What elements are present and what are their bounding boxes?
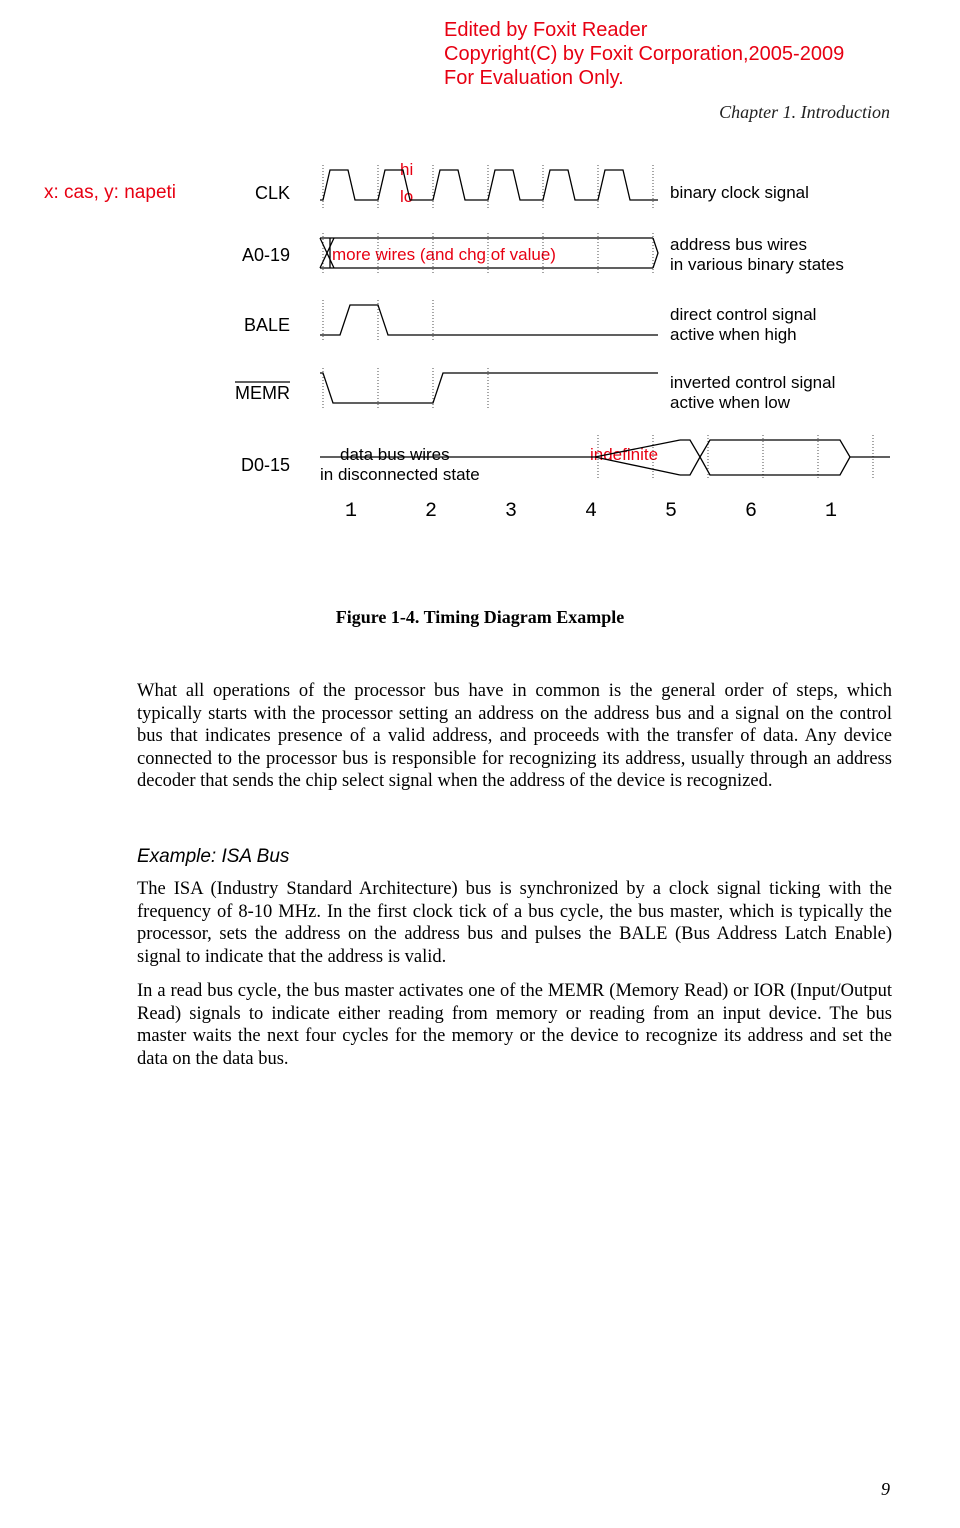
tick-7: 1 [825,500,837,523]
watermark: Edited by Foxit Reader Copyright(C) by F… [444,18,844,90]
annotation-axes: x: cas, y: napeti [44,182,176,204]
paragraph-2: The ISA (Industry Standard Architecture)… [137,878,892,968]
tick-5: 5 [665,500,677,523]
d015-waveform [320,435,900,480]
watermark-line2: Copyright(C) by Foxit Corporation,2005-2… [444,42,844,66]
clk-waveform [320,165,660,210]
memr-waveform [320,368,660,408]
memr-desc2: active when low [670,393,790,413]
bale-label: BALE [230,315,290,336]
bale-desc2: active when high [670,325,797,345]
d015-label: D0-15 [230,455,290,476]
tick-3: 3 [505,500,517,523]
example-heading: Example: ISA Bus [137,845,892,868]
paragraph-1: What all operations of the processor bus… [137,680,892,793]
watermark-line3: For Evaluation Only. [444,66,844,90]
clk-label: CLK [230,183,290,204]
tick-6: 6 [745,500,757,523]
memr-desc1: inverted control signal [670,373,835,393]
memr-overbar [235,380,293,384]
watermark-line1: Edited by Foxit Reader [444,18,844,42]
figure-caption: Figure 1-4. Timing Diagram Example [0,607,960,628]
chapter-header: Chapter 1. Introduction [719,102,890,123]
bale-waveform [320,300,660,340]
timing-diagram: CLK hi lo binary clock signal A0-19 more… [230,155,910,575]
page-number: 9 [881,1479,890,1500]
clk-desc: binary clock signal [670,183,809,203]
a019-waveform [320,233,660,273]
paragraph-3: In a read bus cycle, the bus master acti… [137,980,892,1070]
tick-2: 2 [425,500,437,523]
memr-label: MEMR [230,383,290,404]
a019-desc1: address bus wires [670,235,807,255]
bale-desc1: direct control signal [670,305,816,325]
a019-desc2: in various binary states [670,255,844,275]
tick-1: 1 [345,500,357,523]
tick-4: 4 [585,500,597,523]
a019-label: A0-19 [230,245,290,266]
